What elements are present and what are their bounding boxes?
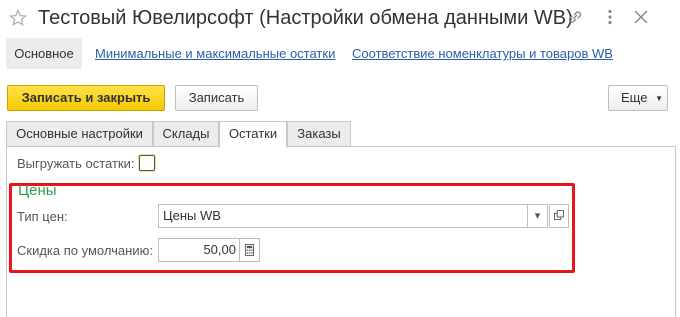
save-and-close-button[interactable]: Записать и закрыть <box>7 85 165 111</box>
more-button-label: Еще <box>621 90 648 105</box>
calculator-icon[interactable] <box>239 238 260 262</box>
more-icon[interactable] <box>601 8 619 26</box>
save-button[interactable]: Записать <box>175 85 258 111</box>
price-type-field[interactable]: Цены WB <box>158 204 528 228</box>
chevron-down-icon: ▼ <box>655 94 663 103</box>
link-icon[interactable] <box>566 8 584 26</box>
price-type-label: Тип цен: <box>17 209 68 224</box>
discount-field[interactable]: 50,00 <box>158 238 240 262</box>
export-stock-checkbox[interactable] <box>139 155 155 171</box>
open-icon[interactable] <box>549 204 569 228</box>
tab-stock[interactable]: Остатки <box>219 121 287 148</box>
more-button[interactable]: Еще ▼ <box>608 85 668 111</box>
nav-main[interactable]: Основное <box>6 38 82 69</box>
window-title: Тестовый Ювелирсофт (Настройки обмена да… <box>38 7 573 29</box>
export-stock-label: Выгружать остатки: <box>17 156 135 171</box>
tab-orders[interactable]: Заказы <box>287 121 351 146</box>
star-icon[interactable] <box>9 9 27 27</box>
highlight-frame <box>9 183 575 273</box>
nav-link-min-max-stock[interactable]: Минимальные и максимальные остатки <box>95 46 335 61</box>
chevron-down-icon[interactable]: ▾ <box>527 204 548 228</box>
discount-label: Скидка по умолчанию: <box>17 243 153 258</box>
close-icon[interactable] <box>632 8 650 26</box>
tab-main-settings[interactable]: Основные настройки <box>6 121 153 146</box>
prices-group-title: Цены <box>18 182 57 199</box>
nav-link-item-mapping[interactable]: Соответствие номенклатуры и товаров WB <box>352 46 613 61</box>
tab-warehouses[interactable]: Склады <box>153 121 219 146</box>
